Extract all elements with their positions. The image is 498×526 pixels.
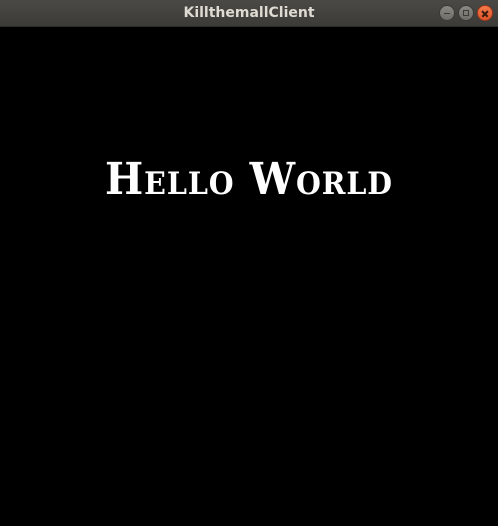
app-window: KillthemallClient Hello World [0, 0, 498, 526]
maximize-icon[interactable] [458, 5, 474, 21]
window-controls [439, 5, 493, 21]
game-canvas[interactable]: Hello World [0, 27, 498, 526]
minimize-icon[interactable] [439, 5, 455, 21]
hello-world-text: Hello World [105, 154, 393, 205]
close-icon[interactable] [477, 5, 493, 21]
window-title: KillthemallClient [183, 5, 315, 21]
title-bar[interactable]: KillthemallClient [0, 0, 498, 27]
